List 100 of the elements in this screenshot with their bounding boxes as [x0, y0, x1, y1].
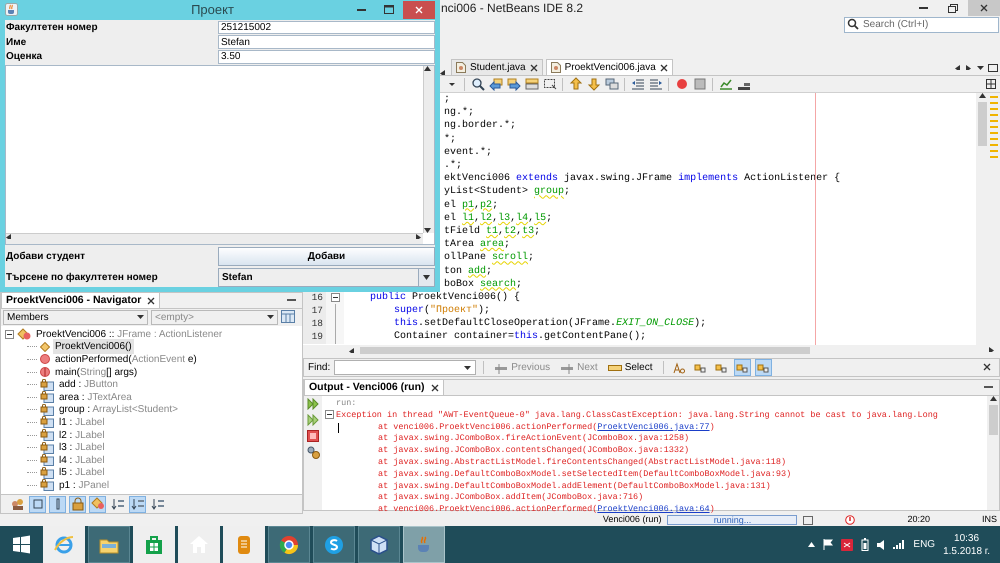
close-icon: [415, 6, 423, 14]
sort-icon: [110, 497, 124, 511]
scrollbar[interactable]: [6, 233, 423, 244]
filter-dropdown[interactable]: Members: [3, 310, 148, 325]
source-link[interactable]: ProektVenci006.java:77: [597, 422, 710, 432]
tree-item[interactable]: l3 : JLabel: [57, 440, 107, 456]
taskbar-button[interactable]: [133, 526, 175, 563]
text-cursor: [338, 423, 339, 433]
close-button[interactable]: [403, 0, 435, 19]
lock-icon: [70, 497, 84, 511]
stop-icon[interactable]: [307, 430, 319, 442]
tree-item[interactable]: main(String[] args): [53, 364, 140, 380]
source-link[interactable]: ProektVenci006.java:64: [597, 504, 710, 514]
toolbar-button[interactable]: [29, 496, 46, 512]
windows-icon[interactable]: [11, 534, 33, 556]
toolbar-button[interactable]: [487, 76, 504, 92]
taskbar-button[interactable]: [268, 526, 310, 563]
browser-icon: [53, 534, 75, 556]
input-field[interactable]: Stefan: [218, 35, 435, 49]
tree-item[interactable]: actionPerformed(ActionEvent e): [53, 352, 199, 367]
toolbar-button[interactable]: [505, 76, 522, 92]
editor-tab[interactable]: ProektVenci006.java: [546, 59, 673, 75]
taskbar-button[interactable]: [313, 526, 355, 563]
scrollbar[interactable]: [423, 66, 434, 233]
arrow-up-icon: [568, 77, 582, 91]
clock[interactable]: 10:36 1.5.2018 г.: [943, 532, 990, 558]
taskbar-button[interactable]: [358, 526, 400, 563]
panel-tab[interactable]: Output - Venci006 (run): [304, 379, 444, 395]
scope-dropdown: <empty>: [151, 310, 278, 325]
line-number: 17: [312, 305, 323, 316]
split-icon[interactable]: [986, 78, 996, 89]
sort-icon: [150, 497, 164, 511]
toolbar-button[interactable]: [49, 496, 66, 512]
caret-icon: [267, 315, 274, 320]
rerun-icon[interactable]: [307, 398, 319, 410]
toolbar-button[interactable]: [603, 76, 620, 92]
output-line: at javax.swing.JComboBox.fireActionEvent(JComboBox.java:1258): [377, 433, 690, 446]
close-button[interactable]: [968, 0, 1000, 16]
gears-icon[interactable]: [306, 446, 320, 459]
lock-box-icon: [40, 429, 54, 442]
flag-icon[interactable]: [823, 539, 834, 550]
scrollbar-thumb[interactable]: [978, 102, 986, 146]
tree-item[interactable]: l4 : JLabel: [57, 452, 107, 468]
code-line: ng.border.*;: [444, 118, 516, 134]
toolbar-button[interactable]: [523, 76, 540, 92]
output-line: run:: [336, 398, 358, 410]
collapse-icon[interactable]: [5, 330, 14, 339]
tree-item[interactable]: add : JButton: [57, 377, 120, 392]
shield-icon[interactable]: [841, 538, 854, 550]
word-icon: [694, 362, 706, 374]
tree-item[interactable]: ProektVenci006(): [53, 339, 134, 354]
panel-tab[interactable]: ProektVenci006 - Navigator: [1, 292, 160, 308]
arrow-left-icon: [488, 77, 502, 91]
find-button[interactable]: Select: [604, 360, 656, 376]
arrow-right-icon: [506, 77, 520, 91]
search-combobox[interactable]: Stefan: [218, 268, 435, 286]
scrollbar-thumb[interactable]: [988, 405, 998, 435]
code-line: ton add;: [444, 264, 492, 278]
collapse-icon[interactable]: [324, 410, 334, 419]
arrow-up-icon: [990, 396, 996, 401]
add-button[interactable]: Добави: [218, 246, 435, 266]
minimize-icon: [356, 8, 366, 11]
arrow-right-icon: [989, 347, 996, 352]
maximize-icon[interactable]: [988, 64, 998, 72]
rerun-icon[interactable]: [307, 414, 319, 426]
taskbar-button[interactable]: [88, 526, 130, 563]
toolbar-button[interactable]: [69, 496, 86, 512]
toolbar-button[interactable]: [129, 496, 146, 512]
fold-icon[interactable]: [330, 292, 340, 302]
tree-item[interactable]: group : ArrayList<Student>: [57, 402, 180, 418]
speaker-icon[interactable]: [877, 540, 886, 550]
tree-item[interactable]: l2 : JLabel: [57, 428, 107, 443]
layout-icon[interactable]: [281, 310, 295, 323]
input-field[interactable]: 251215002: [218, 20, 435, 34]
tree-item[interactable]: l5 : JLabel: [57, 465, 107, 480]
notification-icon[interactable]: [845, 515, 856, 525]
chevron-up-icon[interactable]: [808, 542, 816, 547]
field-label: Find:: [308, 361, 330, 375]
search-field[interactable]: Search (Ctrl+I): [844, 16, 999, 32]
find-field[interactable]: [334, 360, 476, 375]
signal-icon[interactable]: [893, 540, 906, 549]
output-icon[interactable]: [803, 516, 814, 524]
language-indicator[interactable]: ENG: [913, 537, 936, 552]
tree-item[interactable]: l1 : JLabel: [57, 414, 107, 430]
toolbar-button[interactable]: [754, 359, 772, 376]
editor-tab[interactable]: Student.java: [451, 59, 543, 75]
tree-item[interactable]: area : JTextArea: [57, 390, 134, 405]
store-icon: [143, 534, 165, 556]
toolbar-button[interactable]: [734, 359, 750, 376]
code-line: event.*;: [444, 146, 492, 160]
scrollbar-thumb[interactable]: [360, 346, 810, 354]
line-number: 19: [312, 331, 323, 342]
scrollbar[interactable]: [987, 396, 999, 510]
tree-item[interactable]: p1 : JPanel: [57, 478, 112, 493]
input-field[interactable]: 3.50: [218, 50, 435, 64]
battery-icon[interactable]: [861, 538, 870, 551]
lock-box-icon: [40, 454, 54, 466]
code-line: ;: [444, 93, 450, 106]
tree-item[interactable]: ProektVenci006 :: JFrame : ActionListener: [34, 326, 224, 342]
indent-icon: [648, 77, 662, 91]
